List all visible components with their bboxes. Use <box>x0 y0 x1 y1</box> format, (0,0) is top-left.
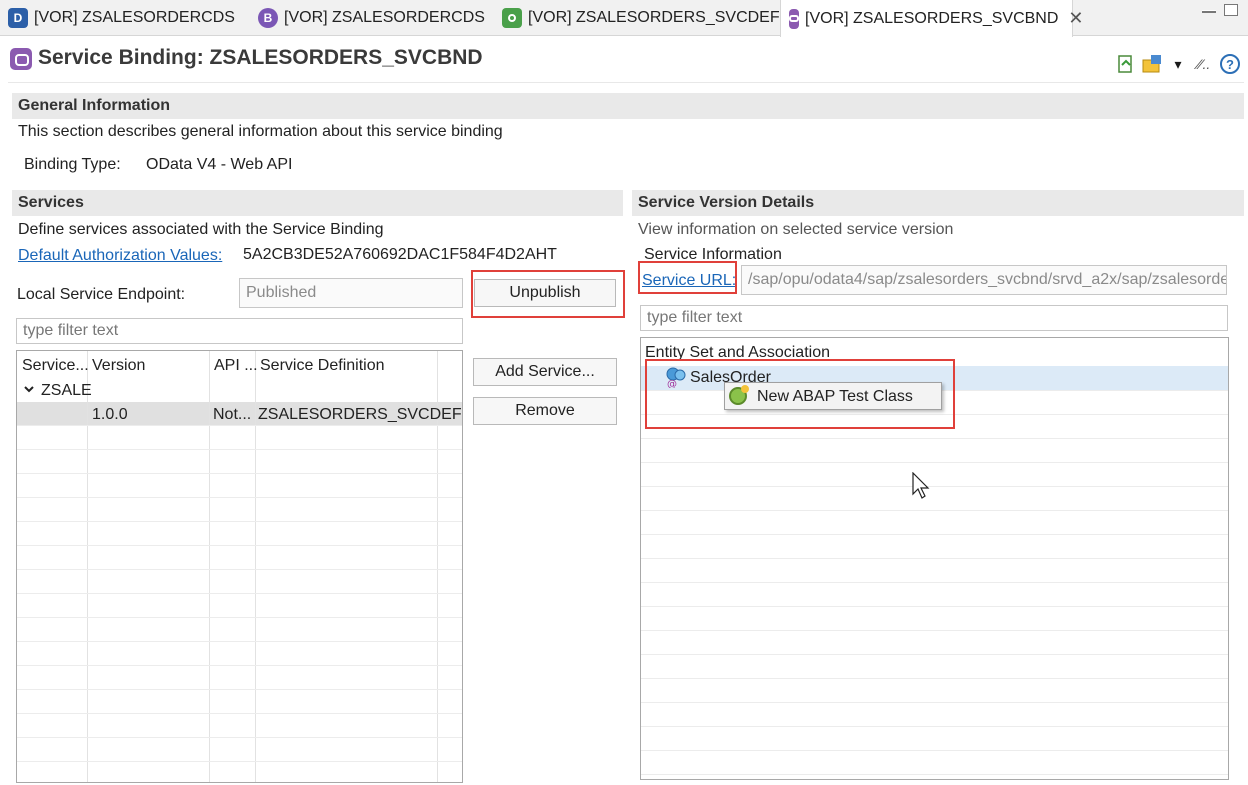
tab-label: [VOR] ZSALESORDERS_SVCDEF <box>528 9 780 26</box>
editor-header: Service Binding: ZSALESORDERS_SVCBND ▾ ⁄… <box>0 40 1248 80</box>
column-header-version[interactable]: Version <box>92 357 145 375</box>
editor-tab-bar: D [VOR] ZSALESORDERCDS B [VOR] ZSALESORD… <box>0 0 1248 37</box>
service-information-label: Service Information <box>644 246 782 263</box>
section-services: Services <box>12 190 623 216</box>
endpoint-field: Published <box>239 278 463 308</box>
general-description: This section describes general informati… <box>18 123 503 140</box>
run-icon[interactable] <box>1142 54 1162 74</box>
service-binding-icon <box>10 48 32 70</box>
unpublish-button[interactable]: Unpublish <box>474 279 616 307</box>
services-table: Service... Version API ... Service Defin… <box>16 350 463 783</box>
mouse-cursor-icon <box>912 472 930 499</box>
tab-label: [VOR] ZSALESORDERCDS <box>284 9 485 26</box>
help-icon[interactable]: ? <box>1220 54 1240 74</box>
export-icon[interactable] <box>1116 54 1136 74</box>
header-toolbar: ▾ ⁄⁄.. ? <box>1116 54 1240 74</box>
tab-zsalesorders-svcbnd[interactable]: [VOR] ZSALESORDERS_SVCBND ✕ <box>780 0 1084 37</box>
tab-zsalesordercds-bdef[interactable]: B [VOR] ZSALESORDERCDS <box>250 0 485 36</box>
column-header-api[interactable]: API ... <box>214 357 258 375</box>
service-url-field: /sap/opu/odata4/sap/zsalesorders_svcbnd/… <box>741 265 1227 295</box>
behavior-definition-icon: B <box>258 8 278 28</box>
service-url-link[interactable]: Service URL: <box>642 272 736 290</box>
data-definition-icon: D <box>8 8 28 28</box>
minimize-icon[interactable] <box>1202 10 1216 13</box>
service-definition-icon <box>502 8 522 28</box>
section-service-version-details: Service Version Details <box>632 190 1244 216</box>
svg-text:@: @ <box>667 379 677 388</box>
entity-set-icon: @ <box>665 366 687 393</box>
tab-zsalesordercds-ddl[interactable]: D [VOR] ZSALESORDERCDS <box>0 0 235 36</box>
tab-zsalesorders-svcdef[interactable]: [VOR] ZSALESORDERS_SVCDEF <box>494 0 780 36</box>
remove-button[interactable]: Remove <box>473 397 617 425</box>
default-authorization-link[interactable]: Default Authorization Values: <box>18 247 222 265</box>
row-version: 1.0.0 <box>92 406 128 423</box>
maximize-icon[interactable] <box>1224 4 1238 16</box>
endpoint-label: Local Service Endpoint: <box>17 286 186 303</box>
close-icon[interactable]: ✕ <box>1068 8 1083 29</box>
details-description: View information on selected service ver… <box>638 221 954 238</box>
binding-type-label: Binding Type: <box>24 156 121 173</box>
abap-test-class-icon <box>729 385 749 405</box>
chevron-down-icon[interactable] <box>23 382 35 400</box>
binding-type-value: OData V4 - Web API <box>146 156 293 173</box>
section-general-information: General Information <box>12 93 1244 119</box>
link-icon[interactable]: ⁄⁄.. <box>1194 54 1214 74</box>
context-menu: New ABAP Test Class <box>724 382 942 410</box>
services-filter-input[interactable]: type filter text <box>16 318 463 344</box>
row-service-definition: ZSALESORDERS_SVCDEF <box>258 406 462 423</box>
divider <box>8 82 1244 83</box>
tab-label: [VOR] ZSALESORDERCDS <box>34 9 235 26</box>
services-description: Define services associated with the Serv… <box>18 221 384 238</box>
authorization-value: 5A2CB3DE52A760692DAC1F584F4D2AHT <box>243 246 557 263</box>
page-title: Service Binding: ZSALESORDERS_SVCBND <box>38 46 483 69</box>
row-api: Not... <box>213 406 252 423</box>
menu-item-new-abap-test-class[interactable]: New ABAP Test Class <box>757 388 913 406</box>
column-header-service[interactable]: Service... <box>22 357 89 375</box>
chevron-down-icon[interactable]: ▾ <box>1168 54 1188 74</box>
column-header-service-definition[interactable]: Service Definition <box>260 357 385 375</box>
tree-header: Entity Set and Association <box>645 344 830 361</box>
add-service-button[interactable]: Add Service... <box>473 358 617 386</box>
tree-group-service[interactable]: ZSALE <box>41 382 92 400</box>
tab-label: [VOR] ZSALESORDERS_SVCBND <box>805 9 1059 27</box>
details-filter-input[interactable]: type filter text <box>640 305 1228 331</box>
service-binding-icon <box>789 8 799 29</box>
